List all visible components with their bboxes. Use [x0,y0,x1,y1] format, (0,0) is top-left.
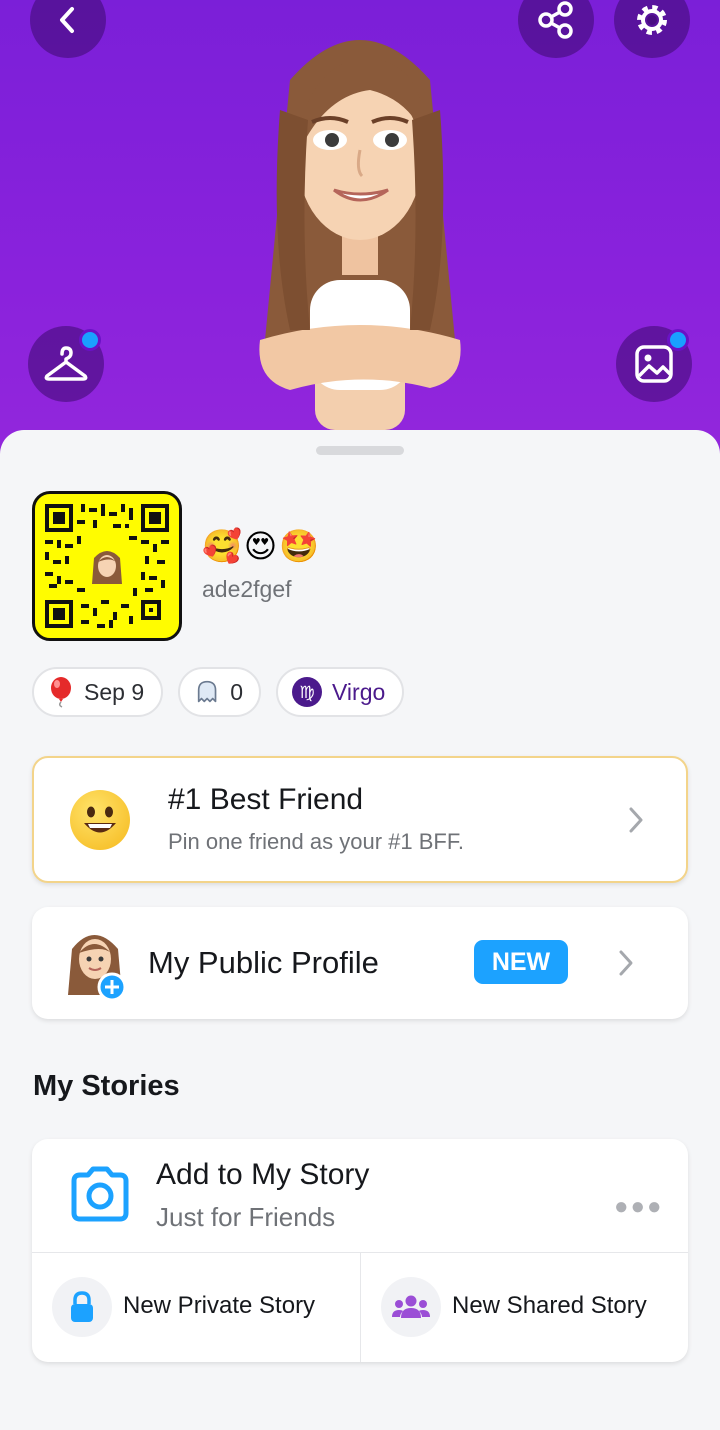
more-options-icon[interactable]: ●●● [614,1193,664,1221]
photo-sticker-icon [635,345,673,383]
add-story-subtitle: Just for Friends [156,1202,336,1232]
public-profile-title: My Public Profile [148,945,379,980]
my-stories-card: Add to My Story Just for Friends ●●● New… [32,1139,688,1362]
new-private-story-label: New Private Story [123,1292,316,1319]
add-to-my-story-row[interactable]: Add to My Story Just for Friends ●●● [32,1139,688,1253]
new-shared-story-button[interactable]: New Shared Story [360,1253,688,1362]
svg-text:♍: ♍ [299,683,314,703]
snapcode-bitmoji [88,546,126,588]
camera-icon [71,1166,129,1222]
snapcode[interactable] [32,491,182,641]
zodiac-label: Virgo [332,678,386,705]
balloon-icon [51,677,71,708]
birthday-chip[interactable]: Sep 9 [32,667,163,717]
friend-emojis: 🥰😍🤩 [202,528,322,564]
chevron-right-icon [619,950,633,976]
hanger-icon [44,346,88,381]
new-badge: NEW [474,940,568,984]
add-story-title: Add to My Story [156,1158,370,1191]
chevron-right-icon [629,807,643,833]
best-friend-subtitle: Pin one friend as your #1 BFF. [168,829,464,854]
smiley-emoji-icon [70,790,130,850]
username[interactable]: ade2fgef [202,576,292,603]
bitmoji-avatar[interactable] [230,10,490,430]
best-friend-title: #1 Best Friend [168,783,364,816]
profile-header [0,0,720,470]
new-shared-story-label: New Shared Story [452,1292,647,1319]
group-icon [381,1277,441,1337]
settings-button[interactable] [614,0,690,58]
zodiac-chip[interactable]: ♍ Virgo [276,667,404,717]
back-button[interactable] [30,0,106,58]
public-profile-card[interactable]: My Public Profile NEW [32,907,688,1019]
ghost-icon [197,680,217,703]
share-icon [538,1,573,39]
new-private-story-button[interactable]: New Private Story [32,1253,360,1362]
snapscore-chip[interactable]: 0 [178,667,261,717]
share-button[interactable] [518,0,594,58]
profile-sheet: 🥰😍🤩 ade2fgef Sep 9 0 ♍ Virgo #1 Best Fri… [0,430,720,1430]
snapscore-label: 0 [230,678,243,705]
birthday-label: Sep 9 [84,678,145,705]
my-stories-heading: My Stories [33,1070,180,1102]
chevron-left-icon [60,7,74,33]
lock-icon [52,1277,112,1337]
outfit-notification-dot [79,329,101,351]
best-friend-card[interactable]: #1 Best Friend Pin one friend as your #1… [32,756,688,883]
next-section-heading-cutoff [33,1418,233,1430]
gear-icon [637,5,667,35]
virgo-icon: ♍ [292,677,322,707]
bitmoji-plus-avatar [68,935,127,1001]
drag-handle[interactable] [316,446,404,455]
selfie-notification-dot [667,329,689,351]
